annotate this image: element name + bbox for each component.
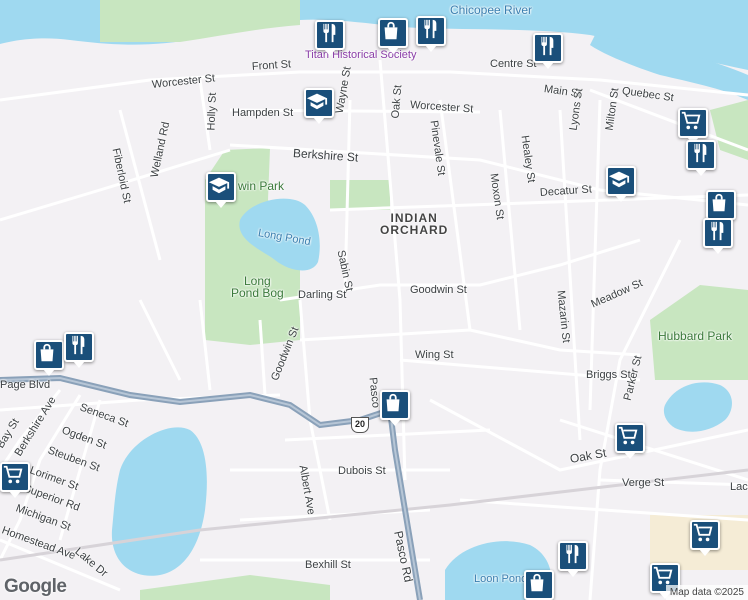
label-dubois-st: Dubois St xyxy=(338,465,386,477)
school-marker[interactable] xyxy=(304,88,334,124)
restaurant-marker[interactable] xyxy=(315,20,345,56)
restaurant-icon xyxy=(694,143,707,163)
map-attribution[interactable]: Map data ©2025 xyxy=(665,585,748,600)
label-hubbard-park: Hubbard Park xyxy=(658,329,733,343)
restaurant-marker[interactable] xyxy=(64,332,94,368)
sports-field xyxy=(330,180,390,210)
restaurant-marker[interactable] xyxy=(686,140,716,176)
us-20-shield: 20 xyxy=(351,417,369,433)
google-logo: Google xyxy=(4,576,67,597)
restaurant-icon xyxy=(72,335,85,355)
map-canvas[interactable]: Chicopee River Worcester St Front St Mai… xyxy=(0,0,748,600)
label-historical-society: Titan Historical Society xyxy=(305,49,417,61)
restaurant-icon xyxy=(541,36,554,56)
label-lac: Lac xyxy=(730,481,748,493)
label-win-park: win Park xyxy=(238,179,285,193)
restaurant-marker[interactable] xyxy=(558,541,588,577)
restaurant-icon xyxy=(424,19,437,39)
north-park xyxy=(100,0,300,42)
south-park-strip xyxy=(140,575,330,600)
label-loon-pond: Loon Pond xyxy=(474,573,528,585)
label-holly-st: Holly St xyxy=(205,92,219,131)
restaurant-marker[interactable] xyxy=(703,218,733,254)
label-wing-st: Wing St xyxy=(415,349,454,361)
minor-roads xyxy=(0,59,748,600)
shopping-bag-icon xyxy=(40,343,54,362)
label-long-pond-bog-2: Pond Bog xyxy=(231,286,284,300)
label-long-pond-bog: Long Pond Bog xyxy=(231,275,284,299)
label-goodwin-st-1: Goodwin St xyxy=(410,284,467,296)
shopping-marker[interactable] xyxy=(34,340,64,376)
school-icon xyxy=(208,177,230,194)
label-centre-st: Centre St xyxy=(490,58,537,70)
shopping-bag-icon xyxy=(712,193,726,212)
shopping-marker[interactable] xyxy=(706,190,736,226)
label-pasco-1: Pasco xyxy=(366,376,382,409)
restaurant-icon xyxy=(566,544,579,564)
grocery-marker[interactable] xyxy=(615,423,645,459)
school-icon xyxy=(608,171,630,188)
label-darling-st: Darling St xyxy=(298,289,347,301)
shopping-marker[interactable] xyxy=(378,18,408,54)
school-marker[interactable] xyxy=(206,172,236,208)
label-orchard: ORCHARD xyxy=(380,223,449,237)
shopping-bag-icon xyxy=(384,21,398,40)
east-pond-water xyxy=(663,382,732,432)
label-bexhill-st: Bexhill St xyxy=(305,559,351,571)
label-chicopee-river: Chicopee River xyxy=(450,3,533,17)
restaurant-marker[interactable] xyxy=(416,16,446,52)
grocery-marker[interactable] xyxy=(678,108,708,144)
label-briggs-st: Briggs St xyxy=(586,369,631,381)
school-icon xyxy=(306,93,328,110)
shopping-marker[interactable] xyxy=(524,570,554,600)
grocery-marker[interactable] xyxy=(690,520,720,556)
label-page-blvd: Page Blvd xyxy=(0,379,51,391)
restaurant-marker[interactable] xyxy=(533,33,563,69)
grocery-cart-icon xyxy=(618,426,638,445)
restaurant-icon xyxy=(323,23,336,43)
label-verge-st: Verge St xyxy=(622,477,665,489)
grocery-cart-icon xyxy=(653,566,673,585)
grocery-cart-icon xyxy=(693,523,713,542)
grocery-cart-icon xyxy=(681,111,701,130)
grocery-cart-icon xyxy=(3,465,23,484)
label-hampden-st: Hampden St xyxy=(232,107,294,119)
shopping-marker[interactable] xyxy=(380,390,410,426)
shopping-bag-icon xyxy=(386,393,400,412)
school-marker[interactable] xyxy=(606,166,636,202)
restaurant-icon xyxy=(711,221,724,241)
south-pond-water xyxy=(111,427,207,576)
shopping-bag-icon xyxy=(530,573,544,592)
label-indian-orchard: INDIAN ORCHARD xyxy=(380,212,448,236)
grocery-marker[interactable] xyxy=(0,462,30,498)
